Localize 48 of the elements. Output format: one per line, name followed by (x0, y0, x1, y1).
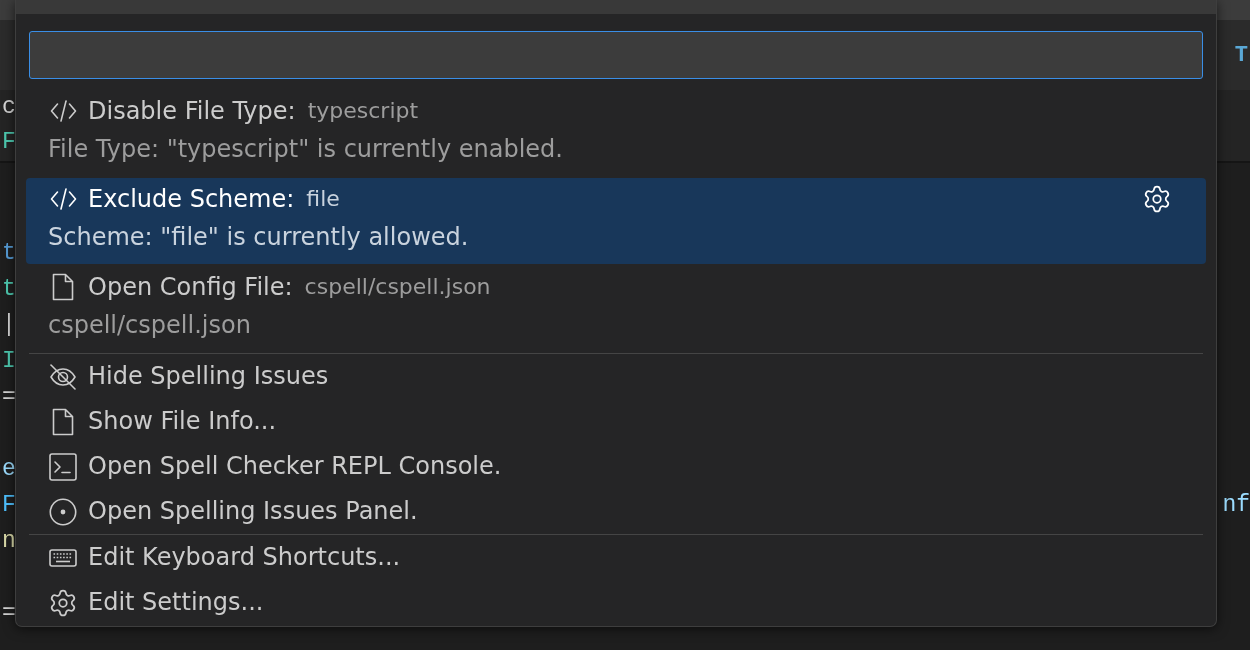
circle-dot-icon (49, 497, 77, 526)
code-text: e (2, 457, 16, 481)
list-item[interactable]: Open Spell Checker REPL Console. (26, 445, 1206, 488)
item-description: cspell/cspell.json (48, 310, 251, 341)
keyboard-icon (49, 548, 77, 567)
code-text: = (2, 601, 16, 625)
item-detail: cspell/cspell.json (304, 273, 491, 301)
code-text: nf (1222, 493, 1250, 517)
code-text: F (2, 131, 16, 154)
code-icon (49, 188, 77, 210)
list-item[interactable]: Edit Keyboard Shortcuts... (26, 536, 1206, 579)
item-label: Open Spelling Issues Panel. (88, 497, 418, 526)
item-label: Edit Settings... (88, 588, 264, 617)
settings-icon[interactable] (1142, 184, 1172, 214)
item-detail: file (306, 185, 340, 213)
settings-icon (48, 587, 78, 618)
item-label: Hide Spelling Issues (88, 362, 329, 391)
list-item[interactable]: Open Spelling Issues Panel. (26, 490, 1206, 533)
terminal-icon (49, 452, 77, 481)
list-item[interactable]: Hide Spelling Issues (26, 355, 1206, 398)
code-text: n (2, 529, 16, 553)
list-item[interactable]: Edit Settings... (26, 581, 1206, 624)
list-item[interactable]: Disable File Type: typescript File Type: "typescript" is currently enabled. (26, 90, 1206, 176)
item-description: File Type: "typescript" is currently enabled. (48, 134, 563, 165)
search-field[interactable] (29, 31, 1203, 79)
code-text: I (2, 349, 16, 373)
item-label: Show File Info... (88, 407, 277, 436)
eye-slash-icon (49, 362, 77, 391)
list-item[interactable]: Exclude Scheme: file Scheme: "file" is currently allowed. (26, 178, 1206, 264)
item-label: Exclude Scheme: (88, 184, 295, 214)
item-label: Disable File Type: (88, 96, 296, 126)
code-text: t (2, 277, 16, 301)
tab-label[interactable]: T (1234, 42, 1248, 68)
code-text: | (2, 313, 16, 337)
item-label: Open Spell Checker REPL Console. (88, 452, 502, 481)
item-label: Edit Keyboard Shortcuts... (88, 543, 401, 572)
code-text: c (2, 96, 16, 119)
item-description: Scheme: "file" is currently allowed. (48, 222, 469, 253)
item-detail: typescript (307, 97, 419, 125)
code-text: t (2, 241, 16, 265)
file-icon (52, 407, 74, 436)
code-text: F (2, 493, 16, 517)
file-icon (52, 273, 74, 301)
list-item[interactable]: Show File Info... (26, 400, 1206, 443)
item-label: Open Config File: (88, 272, 293, 302)
list-item[interactable]: Open Config File: cspell/cspell.json cspell/cspell.json (26, 266, 1206, 352)
code-text: = (2, 385, 16, 409)
code-icon (49, 100, 77, 122)
